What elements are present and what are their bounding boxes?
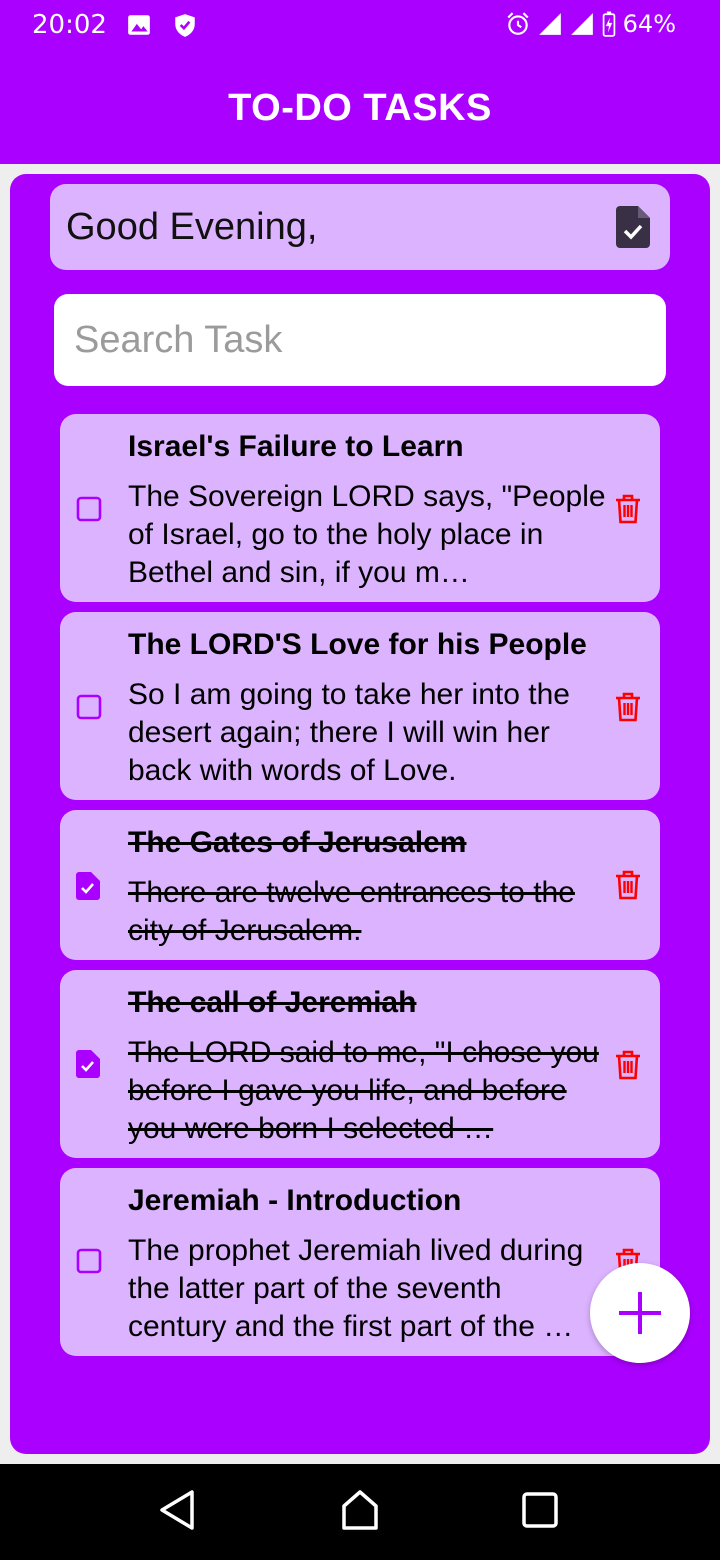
task-title: The call of Jeremiah xyxy=(128,986,417,1019)
task-body: The LORD said to me, "I chose you before… xyxy=(128,1036,599,1145)
task-card[interactable]: The Gates of Jerusalem There are twelve … xyxy=(60,810,660,960)
task-card[interactable]: Israel's Failure to Learn The Sovereign … xyxy=(60,414,660,602)
task-card[interactable]: The LORD'S Love for his People So I am g… xyxy=(60,612,660,800)
recents-icon[interactable] xyxy=(520,1488,560,1532)
task-title: Israel's Failure to Learn xyxy=(128,430,464,463)
page-title: TO-DO TASKS xyxy=(228,87,492,129)
image-icon xyxy=(128,15,150,35)
battery-percent: 64% xyxy=(622,10,676,38)
greeting-bar: Good Evening, xyxy=(50,184,670,270)
alarm-icon xyxy=(507,12,529,35)
battery-charging-icon xyxy=(602,11,615,37)
delete-icon[interactable] xyxy=(614,494,642,524)
navigation-bar xyxy=(0,1464,720,1560)
back-icon[interactable] xyxy=(158,1488,198,1532)
app-bar: TO-DO TASKS xyxy=(0,52,720,164)
shield-icon xyxy=(175,14,195,37)
signal-icon xyxy=(538,13,561,35)
status-time: 20:02 xyxy=(32,10,107,40)
task-title: The LORD'S Love for his People xyxy=(128,628,587,661)
checkbox-checked-icon[interactable] xyxy=(76,1050,100,1078)
task-body: The Sovereign LORD says, "People of Isra… xyxy=(128,480,606,589)
task-body: So I am going to take her into the deser… xyxy=(128,678,570,787)
task-body: The prophet Jeremiah lived during the la… xyxy=(128,1234,584,1343)
task-file-icon xyxy=(616,206,650,248)
checkbox-checked-icon[interactable] xyxy=(76,872,100,900)
delete-icon[interactable] xyxy=(614,870,642,900)
checkbox-unchecked-icon[interactable] xyxy=(76,1248,102,1274)
status-bar: 20:02 64% xyxy=(0,0,720,52)
greeting-text: Good Evening, xyxy=(66,206,318,248)
task-title: Jeremiah - Introduction xyxy=(128,1184,462,1217)
task-body: There are twelve entrances to the city o… xyxy=(128,876,575,947)
home-icon[interactable] xyxy=(340,1488,380,1532)
checkbox-unchecked-icon[interactable] xyxy=(76,694,102,720)
delete-icon[interactable] xyxy=(614,692,642,722)
checkbox-unchecked-icon[interactable] xyxy=(76,496,102,522)
task-card[interactable]: The call of Jeremiah The LORD said to me… xyxy=(60,970,660,1158)
task-panel: Good Evening, Israel's Failure to Learn … xyxy=(10,174,710,1454)
delete-icon[interactable] xyxy=(614,1050,642,1080)
task-title: The Gates of Jerusalem xyxy=(128,826,467,859)
plus-icon xyxy=(619,1292,661,1334)
add-task-button[interactable] xyxy=(590,1263,690,1363)
search-input[interactable] xyxy=(54,294,666,386)
task-card[interactable]: Jeremiah - Introduction The prophet Jere… xyxy=(60,1168,660,1356)
signal-icon xyxy=(570,13,593,35)
